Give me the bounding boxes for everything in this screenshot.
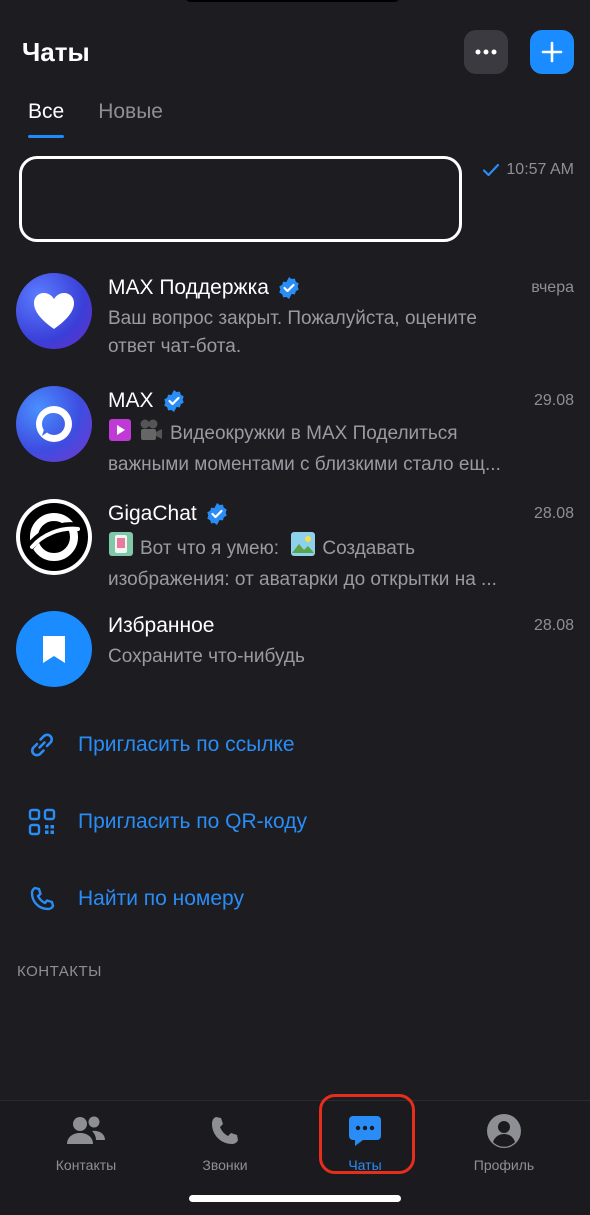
phone-icon xyxy=(175,1111,275,1151)
preview-text: Видеокружки в MAX Поделиться xyxy=(170,423,458,444)
plus-icon xyxy=(541,41,563,63)
preview-text: Создавать xyxy=(322,538,415,559)
contacts-icon xyxy=(36,1111,136,1151)
device-notch xyxy=(185,0,400,2)
chat-filter-tabs: Все Новые xyxy=(28,100,163,138)
chat-time: 28.08 xyxy=(533,505,574,522)
tab-all[interactable]: Все xyxy=(28,100,65,138)
verified-badge-icon xyxy=(205,502,229,526)
qr-code-icon xyxy=(26,806,58,838)
avatar xyxy=(16,273,92,349)
new-chat-button[interactable] xyxy=(530,30,574,74)
play-emoji-icon xyxy=(108,418,132,451)
chat-preview: Вот что я умею: Создавать изображения: о… xyxy=(108,531,574,594)
action-label: Найти по номеру xyxy=(78,887,244,910)
heart-icon xyxy=(34,293,74,329)
max-logo-icon xyxy=(36,406,72,442)
find-by-number-button[interactable]: Найти по номеру xyxy=(26,879,244,919)
chat-preview: Сохраните что-нибудь xyxy=(108,643,574,671)
more-horizontal-icon xyxy=(475,49,497,55)
tab-contacts[interactable]: Контакты xyxy=(36,1111,136,1173)
invite-by-qr-button[interactable]: Пригласить по QR-коду xyxy=(26,802,307,842)
chat-name: Избранное xyxy=(108,614,215,637)
chat-name: MAX Поддержка xyxy=(108,276,269,299)
header: Чаты xyxy=(22,28,574,76)
chat-name: GigaChat xyxy=(108,502,197,525)
preview-text: Вот что я умею: xyxy=(140,538,280,559)
page-title: Чаты xyxy=(22,36,90,67)
first-chat-time: 10:57 AM xyxy=(482,161,574,179)
preview-line: важными моментами с близкими стало ещ... xyxy=(108,454,501,475)
avatar xyxy=(16,499,92,575)
time-label: 10:57 AM xyxy=(506,161,574,178)
gigachat-logo-icon xyxy=(20,503,88,571)
preview-line: Сохраните что-нибудь xyxy=(108,646,305,667)
phone-icon xyxy=(26,883,58,915)
preview-line: Видеокружки в MAX Поделиться xyxy=(108,418,574,451)
chat-time: вчера xyxy=(531,279,574,296)
tab-label: Профиль xyxy=(473,1157,535,1173)
chat-time: 28.08 xyxy=(533,617,574,634)
tab-profile[interactable]: Профиль xyxy=(454,1111,554,1173)
preview-line: изображения: от аватарки до открытки на … xyxy=(108,569,497,590)
chat-time: 29.08 xyxy=(533,392,574,409)
chat-item-max[interactable]: MAX 29.08 Видеокружки в MAX Поделиться в… xyxy=(16,386,574,486)
action-label: Пригласить по QR-коду xyxy=(78,810,308,833)
preview-line: Вот что я умею: Создавать xyxy=(108,531,574,566)
phone-screen-emoji-icon xyxy=(108,531,134,566)
active-tab-highlight xyxy=(319,1094,415,1174)
more-button[interactable] xyxy=(464,30,508,74)
tab-new[interactable]: Новые xyxy=(98,100,163,138)
profile-icon xyxy=(454,1111,554,1151)
home-indicator[interactable] xyxy=(189,1195,401,1202)
action-label: Пригласить по ссылке xyxy=(78,733,295,756)
verified-badge-icon xyxy=(277,276,301,300)
tab-label: Звонки xyxy=(202,1157,248,1173)
chat-item-max-support[interactable]: MAX Поддержка вчера Ваш вопрос закрыт. П… xyxy=(16,273,574,373)
chat-item-favorites[interactable]: Избранное 28.08 Сохраните что-нибудь xyxy=(16,611,574,711)
redacted-chat-item[interactable] xyxy=(19,156,462,242)
preview-line: ответ чат-бота. xyxy=(108,336,242,357)
movie-camera-emoji-icon xyxy=(138,418,164,451)
invite-by-link-button[interactable]: Пригласить по ссылке xyxy=(26,725,295,765)
section-title-contacts: КОНТАКТЫ xyxy=(17,963,102,980)
bookmark-icon xyxy=(43,636,65,663)
tab-calls[interactable]: Звонки xyxy=(175,1111,275,1173)
chat-preview: Ваш вопрос закрыт. Пожалуйста, оцените о… xyxy=(108,305,574,361)
preview-line: Ваш вопрос закрыт. Пожалуйста, оцените xyxy=(108,308,477,329)
read-check-icon xyxy=(483,163,500,177)
tab-label: Контакты xyxy=(55,1157,117,1173)
chat-preview: Видеокружки в MAX Поделиться важными мом… xyxy=(108,418,574,479)
avatar xyxy=(16,386,92,462)
chat-name: MAX xyxy=(108,389,154,412)
chat-item-gigachat[interactable]: GigaChat 28.08 Вот что я умею: Создавать… xyxy=(16,499,574,599)
picture-emoji-icon xyxy=(290,531,316,566)
verified-badge-icon xyxy=(162,389,186,413)
avatar xyxy=(16,611,92,687)
link-icon xyxy=(26,729,58,761)
